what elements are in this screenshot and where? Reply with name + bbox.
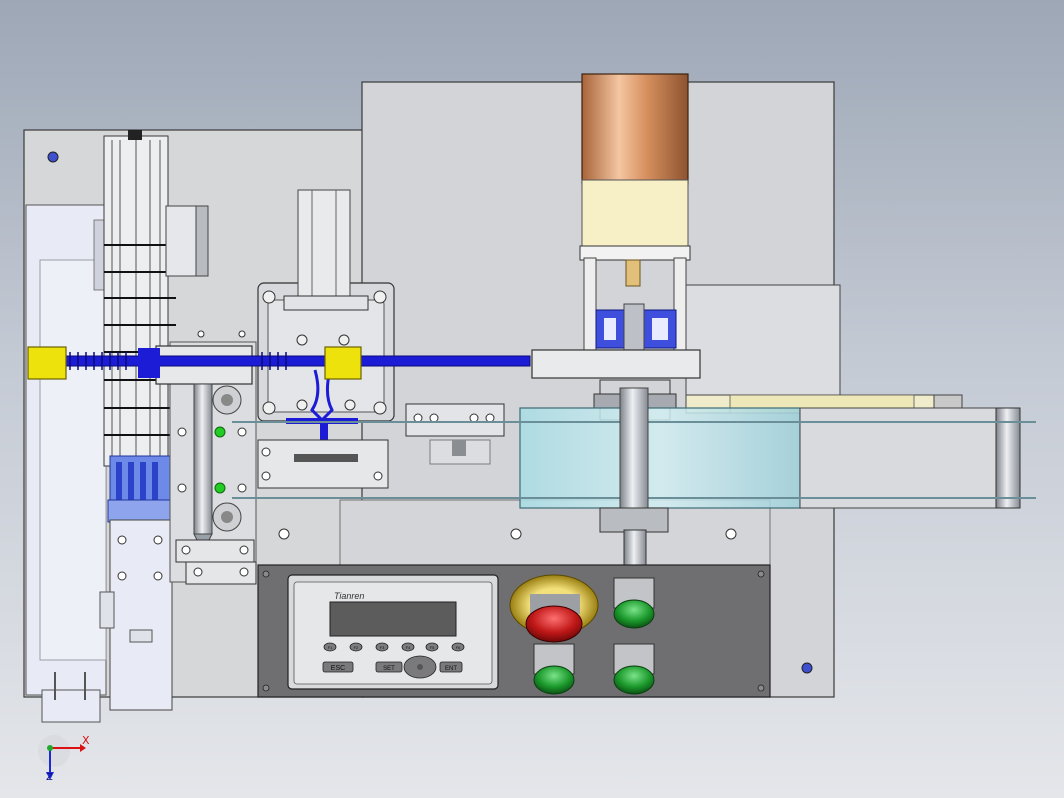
control-panel: Tianren F1 F2 F3 F4 F5 F6 ESC SET ENT: [257, 564, 771, 698]
hmi-ent-label: ENT: [445, 666, 457, 672]
green-button-icon[interactable]: [533, 643, 575, 695]
right-upper-plate: [685, 284, 963, 414]
hmi-key-f3-label: F3: [380, 645, 385, 650]
collar-left: [27, 346, 67, 380]
hmi-key-f2-label: F2: [354, 645, 359, 650]
hmi-key-f6-label: F6: [456, 645, 461, 650]
hmi-esc-label: ESC: [331, 665, 345, 672]
axis-x-label: X: [82, 734, 90, 747]
hmi-key-f5-label: F5: [430, 645, 435, 650]
screw-icon: [47, 151, 59, 163]
left-side-frame: [25, 204, 107, 723]
green-button-icon[interactable]: [613, 643, 655, 695]
cad-viewport[interactable]: Tianren F1 F2 F3 F4 F5 F6 ESC SET ENT: [0, 0, 1064, 798]
hmi-display: [329, 601, 457, 637]
hmi-brand-label: Tianren: [334, 591, 364, 601]
hmi-key-f4-label: F4: [406, 645, 411, 650]
hmi-set-label: SET: [383, 666, 395, 672]
pin-guide-assembly: [155, 330, 257, 585]
hmi-terminal[interactable]: Tianren F1 F2 F3 F4 F5 F6 ESC SET ENT: [287, 574, 499, 690]
motor-body: [581, 73, 689, 185]
hmi-key-f1-label: F1: [328, 645, 333, 650]
screw-icon: [801, 662, 813, 674]
axis-z-label: Z: [46, 772, 53, 783]
collar-right: [324, 346, 362, 380]
green-button-icon[interactable]: [613, 577, 655, 629]
